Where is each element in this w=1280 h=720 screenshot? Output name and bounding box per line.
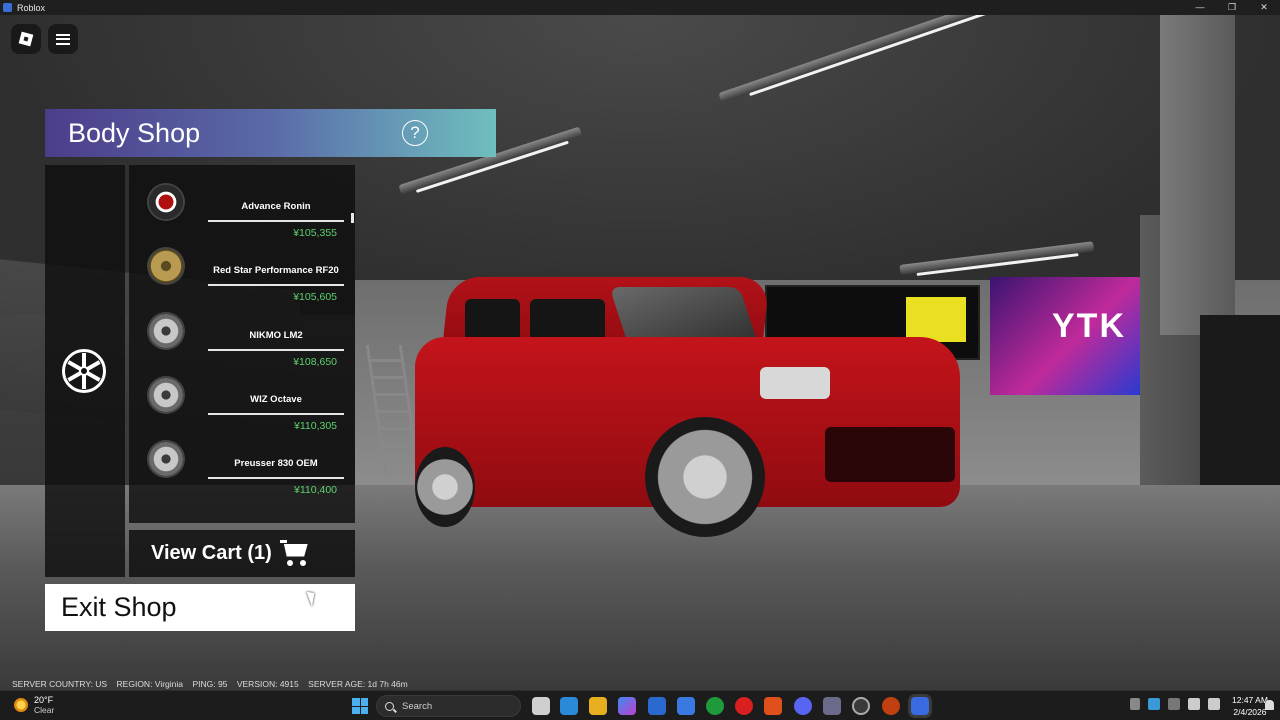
microphone-icon[interactable] [1168,698,1180,710]
search-icon [385,701,394,711]
roblox-taskbar-icon[interactable] [911,697,929,715]
taskbar-clock[interactable]: 12:47 AM 2/4/2026 [1232,694,1268,718]
exit-shop-label: Exit Shop [61,592,177,622]
item-name: Preusser 830 OEM [234,458,318,469]
list-item[interactable]: Red Star Performance RF20 ¥105,605 [129,234,349,303]
system-tray [1130,698,1220,710]
close-icon[interactable]: ✕ [1248,0,1280,15]
item-price: ¥110,400 [293,484,337,496]
maximize-icon[interactable]: ❐ [1216,0,1248,15]
item-name: WIZ Octave [250,394,302,405]
calendar-icon[interactable] [677,697,695,715]
list-item[interactable]: Preusser 830 OEM ¥110,400 [129,427,349,496]
windows-taskbar: 20°F Clear Search 12:47 AM 2/4/2026 [0,690,1280,720]
wheel-list[interactable]: Advance Ronin ¥105,355 Red Star Performa… [129,165,355,523]
window-title: Roblox [17,2,46,13]
list-item[interactable]: NIKMO LM2 ¥108,650 [129,299,349,368]
roblox-logo-icon [18,31,34,47]
windows-start-icon[interactable] [352,698,368,714]
red-van-car [405,277,965,537]
front-wheel [645,417,765,537]
rear-wheel [415,447,475,527]
clock-time: 12:47 AM [1232,695,1268,705]
store-icon[interactable] [648,697,666,715]
server-info: SERVER COUNTRY: US REGION: Virginia PING… [12,679,408,689]
item-name: Advance Ronin [241,201,311,212]
help-button[interactable]: ? [402,120,428,146]
shopping-cart-icon [279,539,310,568]
clock-date: 2/4/2026 [1233,707,1267,717]
list-item[interactable]: WIZ Octave ¥110,305 [129,363,349,432]
weather-moon-icon [14,698,28,712]
item-divider [208,477,344,479]
item-name: Red Star Performance RF20 [213,265,339,276]
roblox-menu-button[interactable] [11,24,41,54]
task-view-icon[interactable] [532,697,550,715]
wheel-silver-icon [149,314,183,348]
search-placeholder: Search [402,700,433,712]
wifi-icon[interactable] [1188,698,1200,710]
xbox-icon[interactable] [706,697,724,715]
car-grille [825,427,955,482]
category-sidebar [45,165,125,577]
item-divider [208,284,344,286]
hamburger-menu-button[interactable] [48,24,78,54]
volume-icon[interactable] [1208,698,1220,710]
ytk-sign-text: YTK [1052,307,1126,345]
car-headlight [760,367,830,399]
discord-icon[interactable] [794,697,812,715]
widgets-icon[interactable] [560,697,578,715]
item-name: NIKMO LM2 [249,330,303,341]
garage-pillar [1160,15,1235,335]
weather-temp: 20°F [34,695,54,705]
minimize-icon[interactable]: — [1184,0,1216,15]
body-shop-header: Body Shop ? [45,109,496,157]
list-scrollbar[interactable] [351,213,354,223]
taskbar-search[interactable]: Search [376,695,521,717]
wheel-silver-icon [149,378,183,412]
chevron-up-icon[interactable] [1130,698,1140,710]
app-icon[interactable] [882,697,900,715]
view-cart-label: View Cart (1) [151,542,272,564]
wheels-category-icon[interactable] [62,349,106,393]
wheel-red-icon [149,185,183,219]
item-divider [208,349,344,351]
obs-icon[interactable] [852,697,870,715]
shop-title: Body Shop [68,118,201,148]
item-divider [208,220,344,222]
hamburger-icon [56,33,70,45]
notification-bell-icon[interactable] [1265,700,1274,710]
cloud-icon[interactable] [1148,698,1160,710]
weather-widget[interactable]: 20°F Clear [14,695,54,715]
roblox-app-icon [3,3,12,12]
item-divider [208,413,344,415]
app-icon[interactable] [823,697,841,715]
youtube-music-icon[interactable] [735,697,753,715]
wheel-gold-icon [149,249,183,283]
window-titlebar: Roblox — ❐ ✕ [0,0,1280,15]
window-controls: — ❐ ✕ [1184,0,1280,15]
weather-condition: Clear [34,705,55,715]
ytk-neon-sign: YTK [990,277,1140,395]
view-cart-button[interactable]: View Cart (1) [129,530,355,577]
list-item[interactable]: Advance Ronin ¥105,355 [129,170,349,239]
wheel-silver-icon [149,442,183,476]
file-explorer-icon[interactable] [589,697,607,715]
brave-browser-icon[interactable] [764,697,782,715]
copilot-icon[interactable] [618,697,636,715]
